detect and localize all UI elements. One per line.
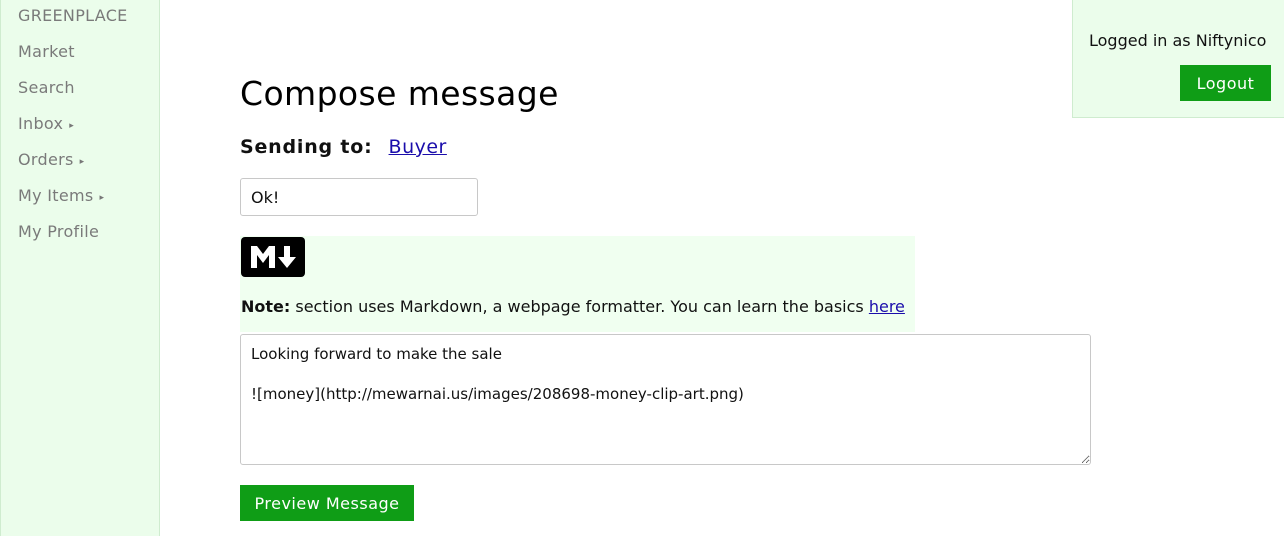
- brand-link[interactable]: GREENPLACE: [18, 6, 128, 25]
- page-title: Compose message: [240, 74, 559, 113]
- message-body-textarea[interactable]: Looking forward to make the sale ![money…: [240, 334, 1091, 465]
- sidebar-item-label: Search: [18, 78, 75, 97]
- submenu-arrow-icon: ▸: [79, 157, 85, 167]
- note-text: section uses Markdown, a webpage formatt…: [290, 297, 869, 316]
- note-label: Note:: [241, 297, 291, 316]
- sidebar: GREENPLACE Market Search Inbox ▸ Orders ▸ …: [0, 0, 160, 536]
- page: GREENPLACE Market Search Inbox ▸ Orders ▸ …: [0, 0, 1284, 536]
- preview-message-button[interactable]: Preview Message: [240, 485, 414, 521]
- sidebar-item-label: Orders: [18, 150, 74, 169]
- sending-to-label: Sending to:: [240, 136, 373, 158]
- submenu-arrow-icon: ▸: [99, 193, 105, 203]
- user-panel: Logged in as Niftynico Logout: [1072, 0, 1284, 118]
- markdown-note-panel: Note: section uses Markdown, a webpage f…: [240, 236, 915, 332]
- sidebar-item-my-profile[interactable]: My Profile: [18, 222, 99, 241]
- logged-in-text: Logged in as Niftynico: [1089, 31, 1267, 50]
- markdown-help-link[interactable]: here: [869, 297, 905, 316]
- sidebar-item-orders[interactable]: Orders ▸: [18, 150, 84, 169]
- recipient-row: Sending to: Buyer: [240, 136, 447, 158]
- recipient-link[interactable]: Buyer: [389, 136, 447, 158]
- sidebar-item-label: Market: [18, 42, 75, 61]
- markdown-icon: [241, 237, 305, 277]
- sidebar-item-label: My Profile: [18, 222, 100, 241]
- sidebar-item-label: Inbox: [18, 114, 64, 133]
- markdown-note: Note: section uses Markdown, a webpage f…: [241, 297, 905, 316]
- sidebar-item-label: My Items: [18, 186, 94, 205]
- submenu-arrow-icon: ▸: [69, 121, 75, 131]
- sidebar-item-search[interactable]: Search: [18, 78, 75, 97]
- subject-input[interactable]: [240, 178, 478, 216]
- sidebar-item-inbox[interactable]: Inbox ▸: [18, 114, 74, 133]
- sidebar-item-my-items[interactable]: My Items ▸: [18, 186, 104, 205]
- logout-button[interactable]: Logout: [1180, 65, 1271, 101]
- sidebar-item-market[interactable]: Market: [18, 42, 75, 61]
